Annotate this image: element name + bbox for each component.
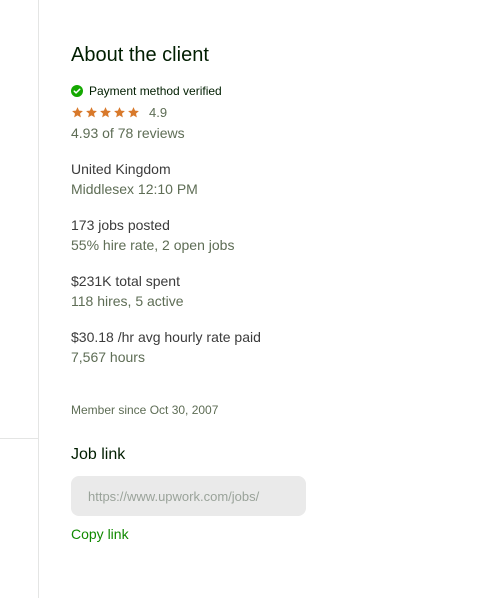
horizontal-divider [0, 438, 38, 439]
about-client-title: About the client [71, 44, 209, 66]
jobs-posted: 173 jobs posted [71, 217, 170, 233]
hires-count: 118 hires, 5 active [71, 293, 184, 309]
location-detail: Middlesex 12:10 PM [71, 181, 198, 197]
client-sidebar: About the client Payment method verified… [0, 0, 482, 598]
job-link-input[interactable] [71, 476, 306, 516]
payment-verified-label: Payment method verified [89, 84, 222, 98]
star-icon [128, 107, 139, 118]
star-icon [72, 107, 83, 118]
avg-hourly-rate: $30.18 /hr avg hourly rate paid [71, 329, 261, 345]
rating-row: 4.9 [71, 105, 167, 120]
star-icon [100, 107, 111, 118]
star-icon [114, 107, 125, 118]
copy-link-button[interactable]: Copy link [71, 526, 129, 542]
reviews-text: 4.93 of 78 reviews [71, 125, 185, 141]
hire-rate: 55% hire rate, 2 open jobs [71, 237, 235, 253]
vertical-divider [38, 0, 39, 598]
check-circle-icon [71, 85, 83, 97]
star-icon [86, 107, 97, 118]
hours-count: 7,567 hours [71, 349, 145, 365]
rating-stars [71, 106, 140, 119]
location-country: United Kingdom [71, 161, 171, 177]
rating-value: 4.9 [149, 105, 168, 120]
member-since: Member since Oct 30, 2007 [71, 403, 219, 417]
payment-verified-row: Payment method verified [71, 84, 222, 98]
job-link-title: Job link [71, 446, 126, 463]
total-spent: $231K total spent [71, 273, 180, 289]
